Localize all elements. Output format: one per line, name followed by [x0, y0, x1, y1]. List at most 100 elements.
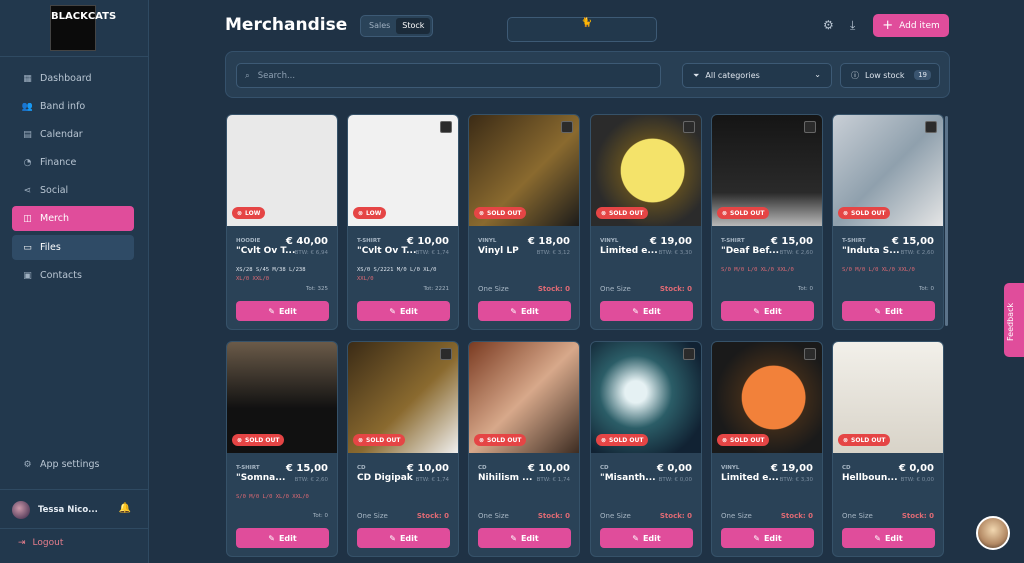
edit-button[interactable]: ✎ Edit [721, 528, 814, 548]
status-badge-label: SOLD OUT [851, 209, 886, 217]
product-card[interactable]: ⊗ SOLD OUT CD € 10,00 Nihilism ... BTW: € 1,7… [468, 341, 580, 557]
edit-button[interactable]: ✎ Edit [478, 301, 571, 321]
category-select[interactable]: ⏷ All categories ⌄ [682, 63, 832, 88]
product-card[interactable]: ⊗ SOLD OUT VINYL € 18,00 Vinyl LP BTW: € 3,12… [468, 114, 580, 330]
product-btw: BTW: € 2,60 [779, 250, 813, 256]
product-card[interactable]: ⊗ LOW HOODIE € 40,00 "Cvlt Ov T... BTW: € 6,9… [226, 114, 338, 330]
edit-button[interactable]: ✎ Edit [236, 301, 329, 321]
pencil-icon: ✎ [874, 533, 881, 543]
low-stock-filter[interactable]: ⓘ Low stock 19 [840, 63, 940, 88]
product-card[interactable]: ⊗ SOLD OUT VINYL € 19,00 Limited e... BTW: € … [711, 341, 823, 557]
gear-icon[interactable]: ⚙ [823, 18, 834, 32]
product-card[interactable]: ⊗ SOLD OUT CD € 0,00 Hellboun... BTW: € 0,00 O… [832, 341, 944, 557]
sidebar-divider [0, 56, 149, 57]
thumbnail-icon [683, 121, 695, 133]
status-badge-label: SOLD OUT [609, 436, 644, 444]
size-breakdown: S/0 M/0 L/0 XL/0 XXL/0 [842, 266, 938, 275]
edit-button[interactable]: ✎ Edit [236, 528, 329, 548]
thumbnail-icon [561, 121, 573, 133]
size-line: XL/0 XXL/0 [236, 276, 270, 282]
sidebar-item-contacts[interactable]: ▣ Contacts [12, 263, 134, 288]
sidebar-item-dashboard[interactable]: ▦ Dashboard [12, 66, 134, 91]
size-line: XXL/0 [357, 276, 374, 282]
product-name: "Somna... [236, 473, 286, 483]
sidebar-item-social[interactable]: ⋖ Social [12, 178, 134, 203]
toggle-sales[interactable]: Sales [363, 18, 396, 34]
product-name: Hellboun... [842, 473, 898, 483]
low-stock-label: Low stock [865, 71, 905, 80]
edit-label: Edit [884, 306, 903, 316]
gear-icon: ⚙ [23, 459, 32, 470]
pencil-icon: ✎ [874, 306, 881, 316]
sidebar-item-label: App settings [40, 459, 100, 470]
address-book-icon: ▣ [23, 270, 32, 281]
size-breakdown: S/0 M/0 L/0 XL/0 XXL/0 [236, 493, 332, 502]
sidebar-item-band-info[interactable]: 👥 Band info [12, 94, 134, 119]
status-badge: ⊗ SOLD OUT [353, 434, 406, 446]
user-profile[interactable]: Tessa Nico... 🔔 [12, 500, 137, 520]
sidebar-item-files[interactable]: ▭ Files [12, 235, 134, 260]
edit-label: Edit [520, 306, 539, 316]
product-card[interactable]: ⊗ SOLD OUT VINYL € 19,00 Limited e... BTW: € … [590, 114, 702, 330]
status-badge-label: SOLD OUT [730, 436, 765, 444]
sidebar-item-finance[interactable]: ◔ Finance [12, 150, 134, 175]
logout-button[interactable]: ⇥ Logout [18, 538, 63, 548]
user-name: Tessa Nico... [38, 505, 98, 515]
edit-button[interactable]: ✎ Edit [357, 301, 450, 321]
size-label: One Size [600, 285, 631, 293]
sidebar-item-app-settings[interactable]: ⚙ App settings [12, 452, 134, 477]
sidebar-item-merch[interactable]: ◫ Merch [12, 206, 134, 231]
product-category: T-SHIRT [357, 238, 381, 244]
chevron-down-icon: ⌄ [814, 70, 821, 79]
size-breakdown: XS/28 S/45 M/38 L/238 XL/0 XXL/0 [236, 266, 332, 284]
status-badge-label: SOLD OUT [366, 436, 401, 444]
sidebar-item-calendar[interactable]: ▤ Calendar [12, 122, 134, 147]
edit-button[interactable]: ✎ Edit [721, 301, 814, 321]
plus-icon: + [882, 18, 894, 33]
edit-button[interactable]: ✎ Edit [600, 528, 693, 548]
product-btw: BTW: € 0,00 [900, 477, 934, 483]
product-card[interactable]: ⊗ LOW T-SHIRT € 10,00 "Cvlt Ov T... BTW: € 1,… [347, 114, 459, 330]
product-category: HOODIE [236, 238, 261, 244]
edit-button[interactable]: ✎ Edit [357, 528, 450, 548]
download-icon[interactable]: ⤓ [850, 18, 855, 33]
avatar [12, 501, 30, 519]
status-badge: ⊗ SOLD OUT [717, 207, 770, 219]
pencil-icon: ✎ [389, 306, 396, 316]
sidebar: BLACK 🐈 CATS ▦ Dashboard 👥 Band info ▤ Cal… [0, 0, 657, 563]
product-price: € 0,00 [898, 463, 934, 474]
product-name: "Deaf Bef... [721, 246, 780, 256]
product-category: VINYL [600, 238, 619, 244]
sidebar-item-label: Contacts [40, 270, 82, 281]
sidebar-item-label: Band info [40, 101, 86, 112]
edit-button[interactable]: ✎ Edit [842, 301, 935, 321]
thumbnail-icon [683, 348, 695, 360]
feedback-tab[interactable]: Feedback [1004, 283, 1024, 357]
pencil-icon: ✎ [268, 306, 275, 316]
edit-label: Edit [278, 306, 297, 316]
product-card[interactable]: ⊗ SOLD OUT CD € 0,00 "Misanth... BTW: € 0,00 O… [590, 341, 702, 557]
search-input[interactable]: ⌕ Search... [236, 63, 661, 88]
bell-icon[interactable]: 🔔 [119, 503, 131, 514]
product-card[interactable]: ⊗ SOLD OUT CD € 10,00 CD Digipak BTW: € 1,74 O… [347, 341, 459, 557]
edit-button[interactable]: ✎ Edit [842, 528, 935, 548]
product-card[interactable]: ⊗ SOLD OUT T-SHIRT € 15,00 "Induta S... BTW: … [832, 114, 944, 330]
thumbnail-icon [440, 348, 452, 360]
toggle-stock[interactable]: Stock [396, 18, 431, 34]
size-breakdown: XS/0 S/2221 M/0 L/0 XL/0 XXL/0 [357, 266, 453, 284]
product-card[interactable]: ⊗ SOLD OUT T-SHIRT € 15,00 "Deaf Bef... BTW: … [711, 114, 823, 330]
edit-button[interactable]: ✎ Edit [600, 301, 693, 321]
product-name: "Cvlt Ov T... [236, 246, 296, 256]
band-logo[interactable]: BLACK 🐈 CATS [50, 5, 657, 51]
scrollbar[interactable] [945, 116, 948, 326]
add-item-button[interactable]: + Add item [873, 14, 949, 37]
product-card[interactable]: ⊗ SOLD OUT T-SHIRT € 15,00 "Somna... BTW: € 2… [226, 341, 338, 557]
stock-total: Tot: 0 [312, 513, 328, 519]
edit-button[interactable]: ✎ Edit [478, 528, 571, 548]
size-line: XS/0 S/2221 M/0 L/0 XL/0 [357, 267, 437, 273]
sidebar-item-label: Merch [40, 213, 69, 224]
stock-count: Stock: 0 [537, 285, 570, 293]
support-avatar-button[interactable] [976, 516, 1010, 550]
product-btw: BTW: € 1,74 [415, 477, 449, 483]
product-name: Vinyl LP [478, 246, 519, 256]
